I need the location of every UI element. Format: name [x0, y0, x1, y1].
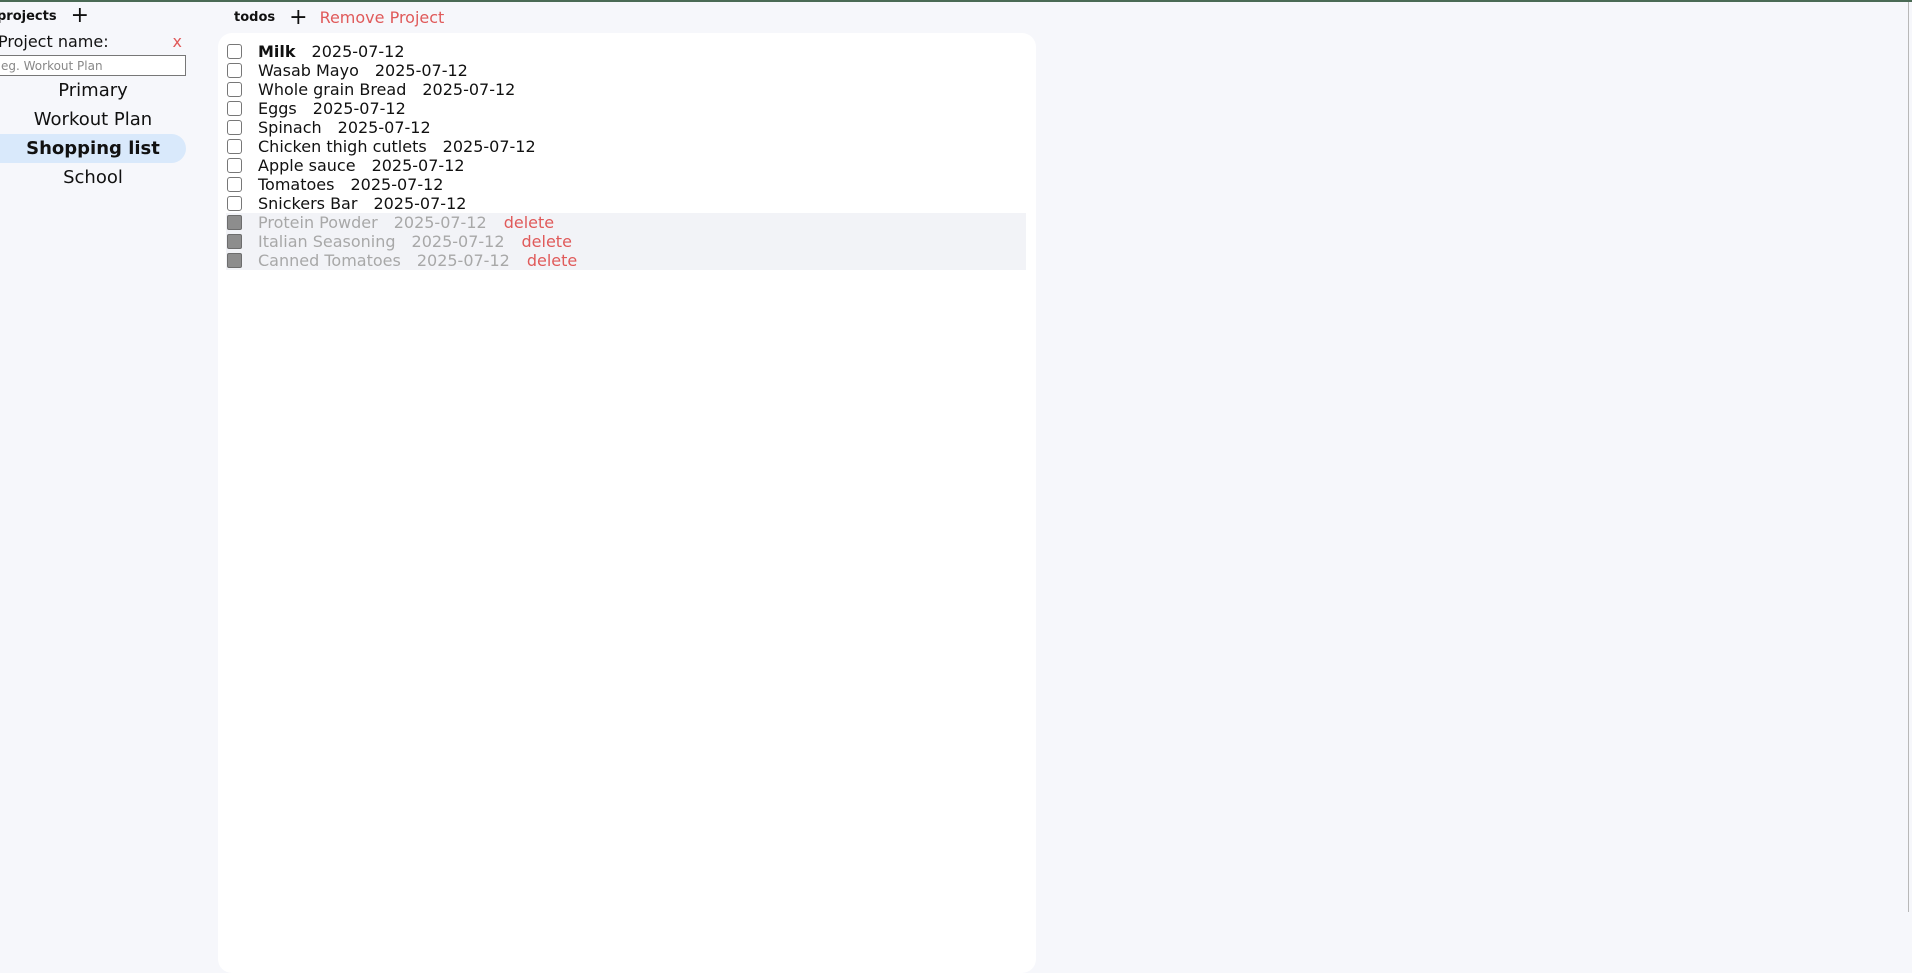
todo-checkbox[interactable] — [227, 196, 242, 211]
todo-panel: Milk 2025-07-12 Wasab Mayo 2025-07-12 Whole … — [218, 33, 1036, 973]
sidebar-project-item[interactable]: School — [0, 163, 186, 192]
todo-date: 2025-07-12 — [422, 80, 516, 99]
todo-row: Italian Seasoning 2025-07-12 delete — [226, 232, 1026, 251]
todo-date: 2025-07-12 — [371, 156, 465, 175]
todo-title[interactable]: Protein Powder — [258, 213, 378, 232]
todo-title[interactable]: Spinach — [258, 118, 322, 137]
plus-icon[interactable]: + — [289, 6, 307, 28]
todo-delete-button[interactable]: delete — [504, 213, 554, 232]
todo-checkbox[interactable] — [227, 158, 242, 173]
todo-title[interactable]: Tomatoes — [258, 175, 334, 194]
todo-date: 2025-07-12 — [416, 251, 510, 270]
todo-date: 2025-07-12 — [374, 61, 468, 80]
project-name-label: Project name: — [0, 32, 109, 51]
project-name-input[interactable] — [0, 55, 186, 76]
todo-date: 2025-07-12 — [312, 99, 406, 118]
todo-checkbox[interactable] — [227, 234, 242, 249]
todo-row: Protein Powder 2025-07-12 delete — [226, 213, 1026, 232]
todo-row: Spinach 2025-07-12 — [226, 118, 1026, 137]
todo-title[interactable]: Eggs — [258, 99, 297, 118]
todo-title[interactable]: Milk — [258, 42, 296, 61]
todo-checkbox[interactable] — [227, 63, 242, 78]
todo-date: 2025-07-12 — [373, 194, 467, 213]
sidebar-project-item[interactable]: Workout Plan — [0, 105, 186, 134]
todo-checkbox[interactable] — [227, 82, 242, 97]
window-top-border — [0, 0, 1912, 2]
todo-checkbox[interactable] — [227, 139, 242, 154]
todo-list: Milk 2025-07-12 Wasab Mayo 2025-07-12 Whole … — [226, 42, 1026, 270]
todo-row: Eggs 2025-07-12 — [226, 99, 1026, 118]
sidebar-header: projects + — [0, 5, 89, 27]
todo-checkbox[interactable] — [227, 44, 242, 59]
todo-title[interactable]: Canned Tomatoes — [258, 251, 401, 270]
sidebar-project-item[interactable]: Shopping list — [0, 134, 186, 163]
close-icon[interactable]: x — [173, 32, 182, 51]
sidebar: projects + Project name: x PrimaryWorkou… — [0, 0, 190, 961]
todo-row: Milk 2025-07-12 — [226, 42, 1026, 61]
todo-row: Canned Tomatoes 2025-07-12 delete — [226, 251, 1026, 270]
project-list: Primary Workout Plan Shopping list School — [0, 76, 186, 192]
todo-checkbox[interactable] — [227, 253, 242, 268]
todo-date: 2025-07-12 — [311, 42, 405, 61]
todo-delete-button[interactable]: delete — [527, 251, 577, 270]
todo-checkbox[interactable] — [227, 177, 242, 192]
todo-row: Wasab Mayo 2025-07-12 — [226, 61, 1026, 80]
todo-row: Chicken thigh cutlets 2025-07-12 — [226, 137, 1026, 156]
plus-icon[interactable]: + — [71, 5, 89, 27]
sidebar-title: projects — [0, 8, 57, 24]
todo-delete-button[interactable]: delete — [522, 232, 572, 251]
todo-checkbox[interactable] — [227, 215, 242, 230]
todo-title[interactable]: Chicken thigh cutlets — [258, 137, 427, 156]
todo-date: 2025-07-12 — [411, 232, 505, 251]
todo-row: Tomatoes 2025-07-12 — [226, 175, 1026, 194]
todo-title[interactable]: Whole grain Bread — [258, 80, 406, 99]
remove-project-button[interactable]: Remove Project — [320, 8, 445, 27]
todo-row: Whole grain Bread 2025-07-12 — [226, 80, 1026, 99]
todo-row: Apple sauce 2025-07-12 — [226, 156, 1026, 175]
todo-date: 2025-07-12 — [337, 118, 431, 137]
todo-title[interactable]: Snickers Bar — [258, 194, 357, 213]
todo-checkbox[interactable] — [227, 120, 242, 135]
project-form-header: Project name: x — [0, 32, 184, 51]
todo-date: 2025-07-12 — [442, 137, 536, 156]
todo-row: Snickers Bar 2025-07-12 — [226, 194, 1026, 213]
todos-title: todos — [234, 10, 276, 25]
todo-date: 2025-07-12 — [393, 213, 487, 232]
todo-title[interactable]: Apple sauce — [258, 156, 356, 175]
todo-checkbox[interactable] — [227, 101, 242, 116]
todo-date: 2025-07-12 — [350, 175, 444, 194]
todos-header: todos + Remove Project — [234, 6, 445, 28]
sidebar-project-item[interactable]: Primary — [0, 76, 186, 105]
todo-title[interactable]: Italian Seasoning — [258, 232, 396, 251]
todo-title[interactable]: Wasab Mayo — [258, 61, 359, 80]
scrollbar-track[interactable] — [1908, 2, 1909, 912]
